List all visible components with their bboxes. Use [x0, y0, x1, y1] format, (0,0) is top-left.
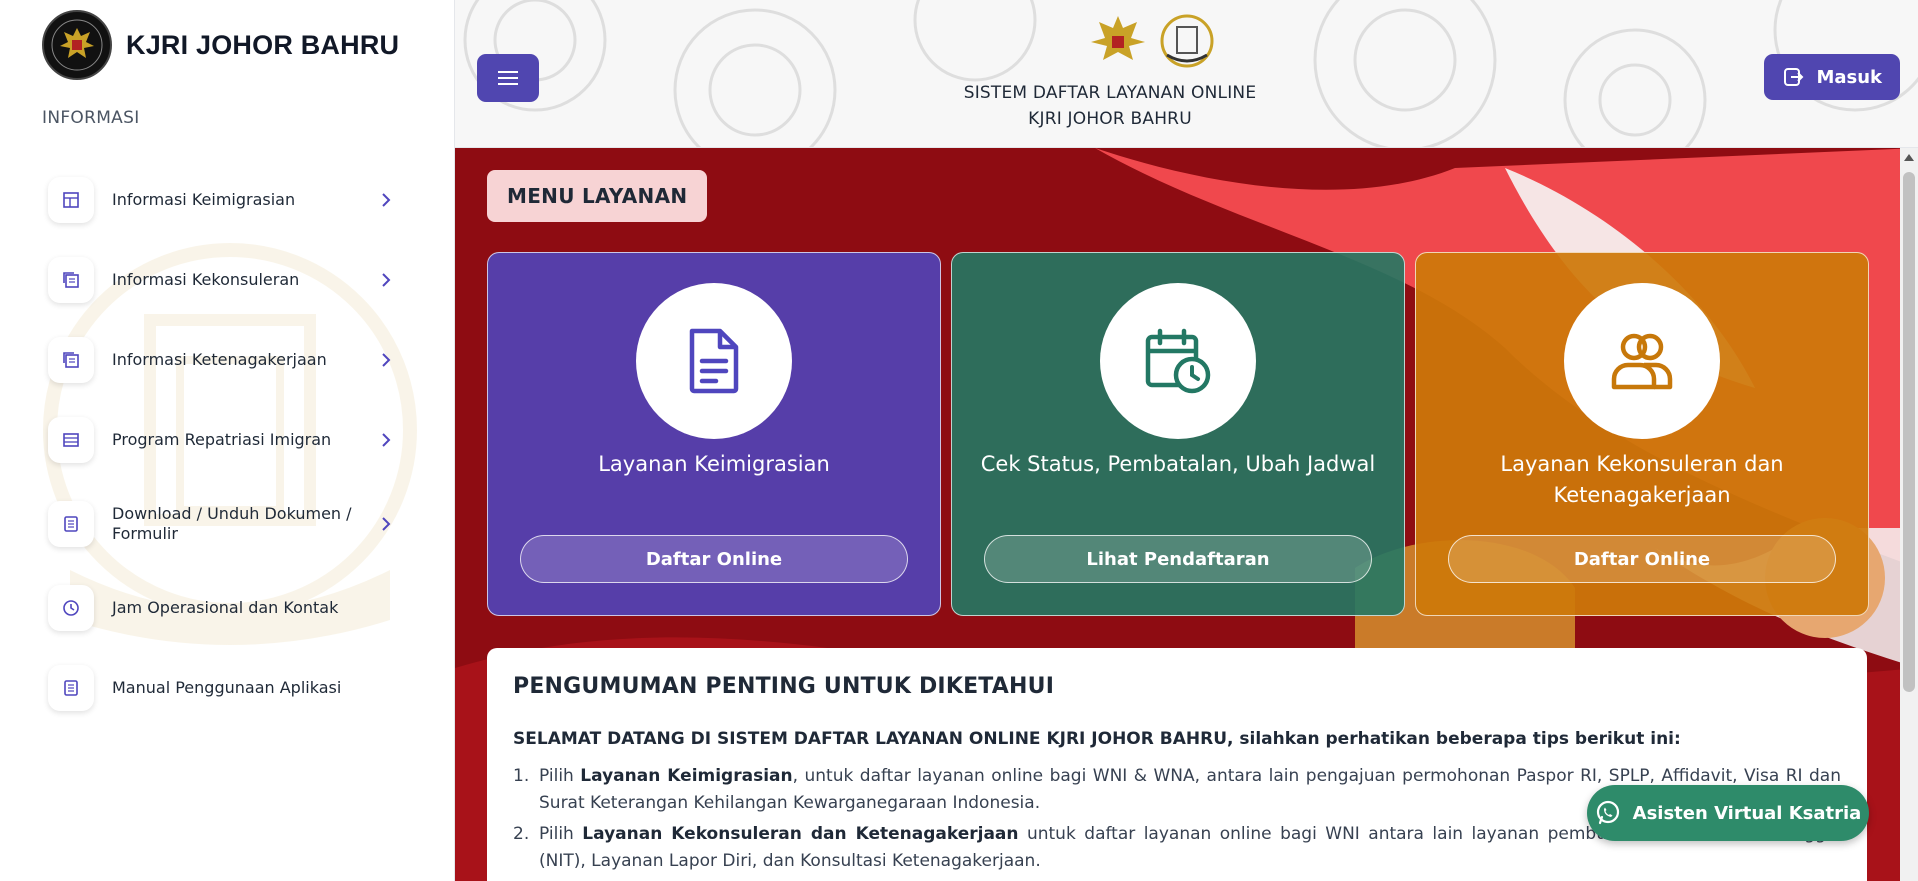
brand: KJRI JOHOR BAHRU: [42, 10, 399, 80]
daftar-online-button[interactable]: Daftar Online: [1448, 535, 1836, 583]
chevron-right-icon: [374, 273, 398, 287]
sidebar-item-label: Informasi Ketenagakerjaan: [112, 350, 327, 369]
virtual-assistant-button[interactable]: Asisten Virtual Ksatria: [1587, 785, 1869, 841]
service-cards: Layanan Keimigrasian Daftar Online Cek S…: [487, 252, 1869, 616]
whatsapp-icon: [1596, 800, 1619, 825]
main-content: MENU LAYANAN Layanan Keimigrasian Daftar…: [455, 148, 1918, 881]
scroll-thumb[interactable]: [1903, 172, 1915, 692]
sidebar-item-download-dokumen[interactable]: Download / Unduh Dokumen / Formulir: [48, 480, 398, 568]
announcement-panel: PENGUMUMAN PENTING UNTUK DIKETAHUI SELAM…: [487, 648, 1867, 881]
card-icon-circle: [1100, 283, 1256, 439]
copy-doc-icon: [48, 337, 94, 383]
clock-icon: [48, 585, 94, 631]
calendar-clock-icon: [1145, 328, 1211, 394]
list-item-emphasis: Layanan Kekonsuleran dan Ketenagakerjaan: [582, 824, 1019, 844]
main-scrollbar[interactable]: [1900, 148, 1918, 881]
sidebar-menu: Informasi Keimigrasian Informasi Kekonsu…: [48, 160, 398, 728]
garuda-emblem-icon: [1091, 16, 1145, 60]
scroll-up-arrow-icon[interactable]: [1904, 154, 1914, 161]
list-item-number: 1.: [513, 766, 530, 786]
card-icon-circle: [1564, 283, 1720, 439]
list-item-prefix: Pilih: [539, 824, 583, 844]
card-title: Layanan Keimigrasian: [598, 452, 830, 476]
virtual-assistant-label: Asisten Virtual Ksatria: [1632, 802, 1862, 824]
daftar-online-button[interactable]: Daftar Online: [520, 535, 908, 583]
sidebar-item-label: Program Repatriasi Imigran: [112, 430, 332, 449]
login-icon: [1784, 68, 1804, 86]
chevron-right-icon: [374, 517, 398, 531]
copy-doc-icon: [48, 257, 94, 303]
sidebar-item-informasi-kekonsuleran[interactable]: Informasi Kekonsuleran: [48, 240, 398, 320]
lihat-pendaftaran-button[interactable]: Lihat Pendaftaran: [984, 535, 1372, 583]
menu-layanan-heading: MENU LAYANAN: [487, 170, 708, 222]
page-title-line-2: KJRI JOHOR BAHRU: [1028, 109, 1192, 129]
table-icon: [48, 417, 94, 463]
service-card-kekonsuleran: Layanan Kekonsuleran dan Ketenagakerjaan…: [1415, 252, 1869, 616]
card-title: Layanan Kekonsuleran dan Ketenagakerjaan: [1500, 452, 1784, 507]
sidebar-item-informasi-ketenagakerjaan[interactable]: Informasi Ketenagakerjaan: [48, 320, 398, 400]
chevron-right-icon: [374, 193, 398, 207]
list-item-number: 2.: [513, 824, 530, 844]
garuda-logo-icon: [42, 10, 112, 80]
document-icon: [689, 328, 739, 394]
document-icon: [48, 665, 94, 711]
document-icon: [48, 501, 94, 547]
page-title-line-1: SISTEM DAFTAR LAYANAN ONLINE: [963, 83, 1257, 103]
section-label-informasi: INFORMASI: [42, 108, 140, 128]
service-card-keimigrasian: Layanan Keimigrasian Daftar Online: [487, 252, 941, 616]
sidebar-item-informasi-keimigrasian[interactable]: Informasi Keimigrasian: [48, 160, 398, 240]
sidebar-item-label: Manual Penggunaan Aplikasi: [112, 678, 342, 697]
list-item-emphasis: Layanan Keimigrasian: [580, 766, 793, 786]
sidebar-item-label: Jam Operasional dan Kontak: [112, 598, 339, 617]
card-title: Cek Status, Pembatalan, Ubah Jadwal: [980, 452, 1376, 476]
hamburger-icon: [498, 71, 518, 85]
announcement-intro: SELAMAT DATANG DI SISTEM DAFTAR LAYANAN …: [513, 729, 1681, 749]
sidebar-item-label: Informasi Keimigrasian: [112, 190, 296, 209]
sidebar-item-manual-penggunaan[interactable]: Manual Penggunaan Aplikasi: [48, 648, 398, 728]
page-title: SISTEM DAFTAR LAYANAN ONLINE KJRI JOHOR …: [955, 80, 1265, 132]
list-item-prefix: Pilih: [539, 766, 581, 786]
login-label: Masuk: [1816, 66, 1882, 88]
service-card-cek-status: Cek Status, Pembatalan, Ubah Jadwal Liha…: [951, 252, 1405, 616]
sidebar-item-jam-operasional[interactable]: Jam Operasional dan Kontak: [48, 568, 398, 648]
sidebar-item-program-repatriasi[interactable]: Program Repatriasi Imigran: [48, 400, 398, 480]
top-header: SISTEM DAFTAR LAYANAN ONLINE KJRI JOHOR …: [455, 0, 1918, 148]
chevron-right-icon: [374, 353, 398, 367]
brand-title[interactable]: KJRI JOHOR BAHRU: [126, 30, 399, 61]
chevron-right-icon: [374, 433, 398, 447]
card-icon-circle: [636, 283, 792, 439]
header-emblems: [1087, 10, 1215, 72]
hamburger-menu-button[interactable]: [477, 54, 539, 102]
announcement-title: PENGUMUMAN PENTING UNTUK DIKETAHUI: [513, 674, 1055, 699]
users-icon: [1611, 333, 1673, 390]
sidebar-item-label: Informasi Kekonsuleran: [112, 270, 300, 289]
sidebar-item-label: Download / Unduh Dokumen / Formulir: [112, 504, 352, 543]
grid-doc-icon: [48, 177, 94, 223]
sidebar: KJRI JOHOR BAHRU INFORMASI Informasi Kei…: [0, 0, 455, 881]
imigrasi-emblem-icon: [1160, 14, 1214, 68]
login-button[interactable]: Masuk: [1764, 54, 1900, 100]
